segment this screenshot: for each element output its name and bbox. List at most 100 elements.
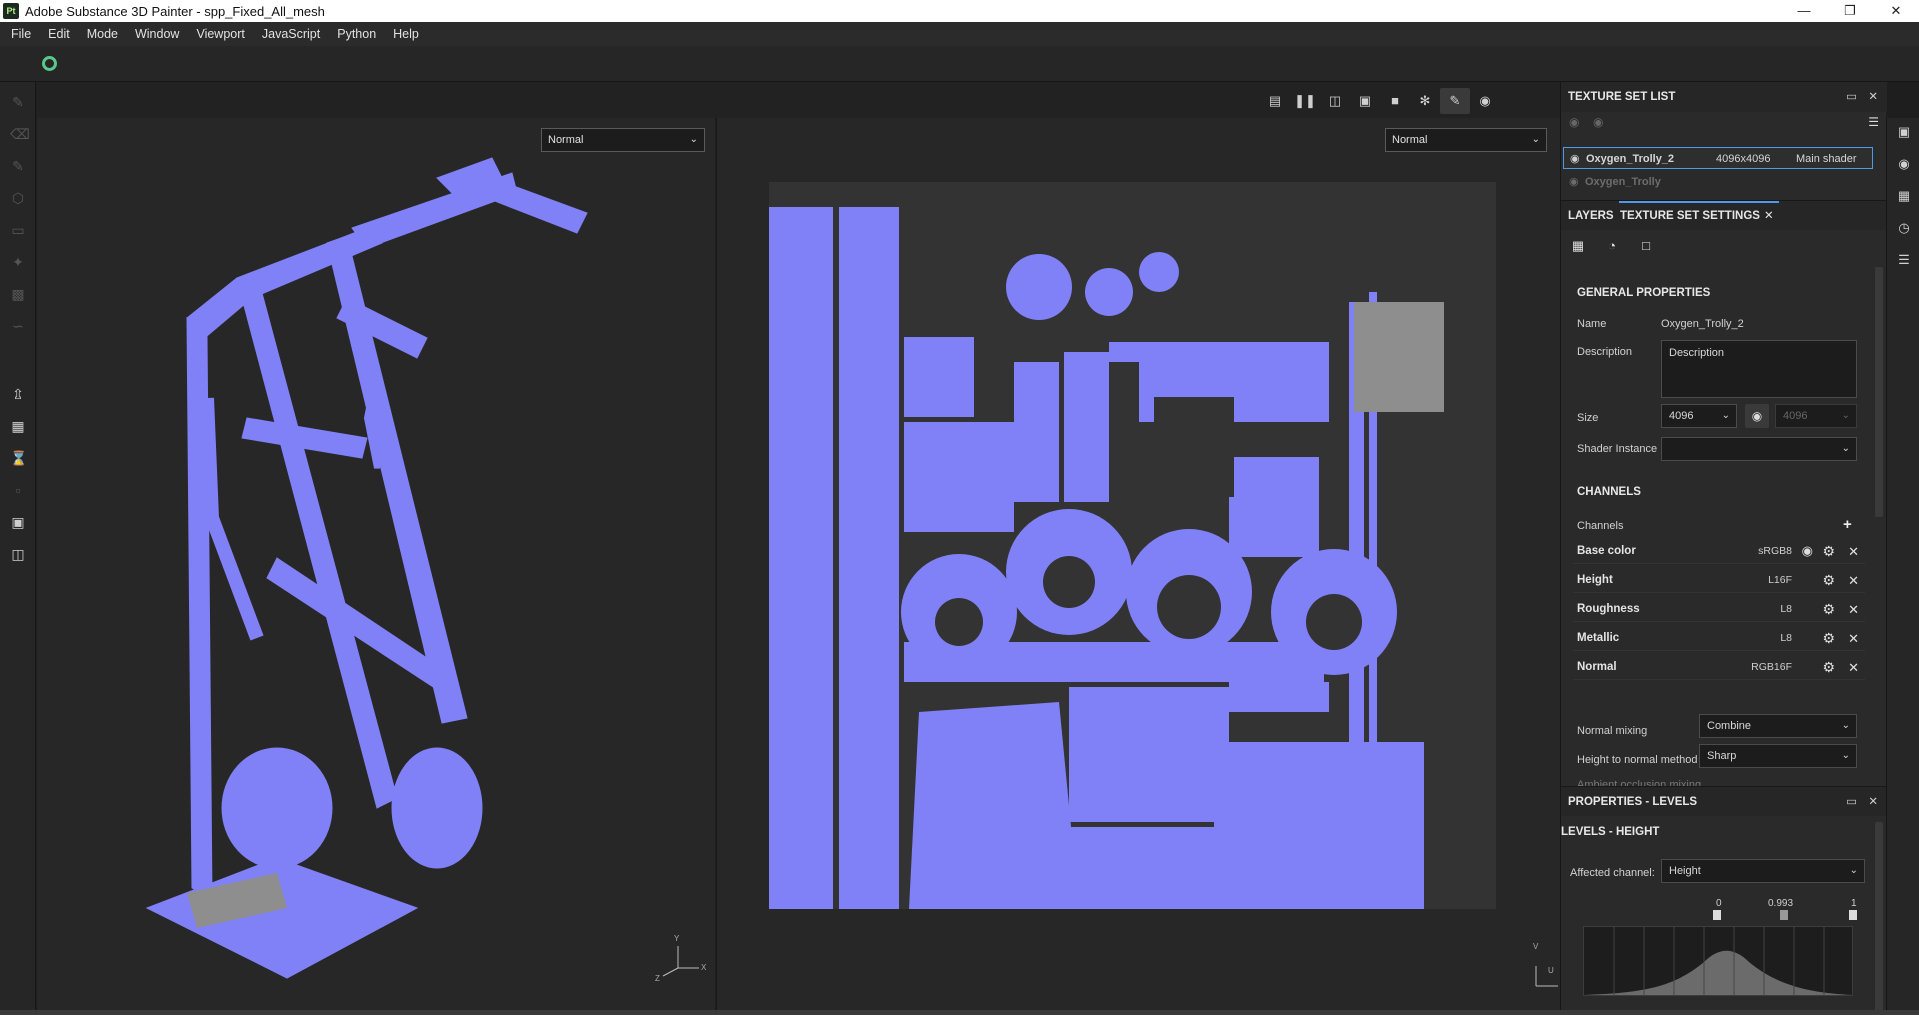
lock-icon[interactable]: ◉	[1745, 404, 1769, 428]
channel-settings-icon[interactable]: ⚙	[1822, 659, 1835, 676]
float-icon[interactable]: ▭	[1846, 82, 1857, 112]
menu-window[interactable]: Window	[135, 27, 179, 41]
channel-settings-icon[interactable]: ⚙	[1822, 601, 1835, 618]
settings-toolbar: ▦ ◔ □	[1561, 230, 1887, 264]
color-picker-icon[interactable]: ∽	[10, 318, 26, 334]
color-icon[interactable]: ◉	[1802, 543, 1813, 559]
name-label: Name	[1577, 318, 1607, 330]
pause-icon[interactable]: ❚❚	[1290, 88, 1320, 114]
menu-help[interactable]: Help	[393, 27, 419, 41]
settings-scrollbar[interactable]	[1875, 267, 1883, 517]
camera-icon[interactable]: ▣	[10, 514, 26, 530]
level-max-handle[interactable]	[1849, 910, 1857, 920]
camera-view-icon[interactable]: ■	[1380, 88, 1410, 114]
texture-set-icon[interactable]: ▦	[1569, 238, 1587, 256]
menu-python[interactable]: Python	[337, 27, 376, 41]
texture-set-item[interactable]: ◉ Oxygen_Trolly_2 4096x4096 Main shader	[1563, 147, 1873, 169]
sync-ring-icon[interactable]	[42, 56, 57, 71]
maximize-icon[interactable]: ❐	[1827, 0, 1873, 22]
tab-layers[interactable]: LAYERS	[1568, 201, 1614, 231]
explode-icon[interactable]: ✻	[1410, 88, 1440, 114]
view-mode-icon[interactable]: ▣	[1350, 88, 1380, 114]
texture-set-item[interactable]: ◉ Oxygen_Trolly	[1563, 171, 1873, 193]
properties-scrollbar[interactable]	[1875, 822, 1883, 1012]
remove-channel-icon[interactable]: ✕	[1848, 660, 1859, 676]
normal-mixing-label: Normal mixing	[1577, 725, 1648, 737]
menu-edit[interactable]: Edit	[48, 27, 70, 41]
level-min-handle[interactable]	[1713, 910, 1721, 920]
visibility-icon[interactable]: ◉	[1569, 171, 1579, 193]
uv-transform-icon[interactable]: □	[1637, 238, 1655, 256]
hide-all-icon[interactable]: ◉	[1569, 115, 1579, 129]
float-icon[interactable]: ▭	[1846, 787, 1857, 817]
paint-mode-icon[interactable]: ✎	[1440, 88, 1470, 114]
bake-icon[interactable]: ⇫	[10, 386, 26, 402]
display-settings-icon[interactable]: ▣	[1896, 124, 1912, 140]
channel-settings-icon[interactable]: ⚙	[1822, 543, 1835, 560]
channel-settings-icon[interactable]: ⚙	[1822, 630, 1835, 647]
measure-icon[interactable]: ⌛	[10, 450, 27, 466]
channel-settings-icon[interactable]: ⚙	[1822, 572, 1835, 589]
history-icon[interactable]: ◷	[1896, 220, 1912, 236]
menu-file[interactable]: File	[11, 27, 31, 41]
channel-row[interactable]: Metallic L8 ⚙ ✕	[1573, 627, 1865, 651]
tab-texture-set-settings[interactable]: TEXTURE SET SETTINGS	[1620, 201, 1760, 231]
viewport-3d[interactable]: Normal ⌄ Y X Z	[37, 118, 715, 1010]
level-mid-handle[interactable]	[1780, 910, 1788, 920]
eraser-icon[interactable]: ⌫	[10, 126, 30, 142]
clone-stamp-icon[interactable]: ▩	[10, 286, 26, 302]
viewport-2d-mode-select[interactable]: Normal ⌄	[1385, 128, 1547, 152]
log-icon[interactable]: ☰	[1896, 252, 1912, 268]
screenshot-icon[interactable]: ◉	[1470, 88, 1500, 114]
menu-bar: File Edit Mode Window Viewport JavaScrip…	[0, 22, 1919, 46]
remove-channel-icon[interactable]: ✕	[1848, 544, 1859, 560]
geometry-mask-icon[interactable]: ⬡	[10, 190, 26, 206]
description-field[interactable]: Description	[1661, 340, 1857, 398]
texture-set-settings-icon[interactable]: ▦	[1896, 188, 1912, 204]
height-to-normal-label: Height to normal method	[1577, 754, 1698, 766]
menu-viewport[interactable]: Viewport	[196, 27, 244, 41]
visibility-icon[interactable]: ◉	[1570, 148, 1580, 170]
remove-channel-icon[interactable]: ✕	[1848, 573, 1859, 589]
menu-javascript[interactable]: JavaScript	[262, 27, 320, 41]
normal-mixing-select[interactable]: Combine ⌄	[1699, 714, 1857, 738]
projection-icon[interactable]: ✎	[10, 158, 26, 174]
name-value[interactable]: Oxygen_Trolly_2	[1661, 318, 1744, 330]
uv-islands	[769, 207, 1444, 909]
height-to-normal-select[interactable]: Sharp ⌄	[1699, 744, 1857, 768]
trolley-3d-model	[145, 157, 699, 979]
hide-icon[interactable]: ▤	[1260, 88, 1290, 114]
affected-channel-select[interactable]: Height ⌄	[1661, 859, 1865, 883]
remove-channel-icon[interactable]: ✕	[1848, 602, 1859, 618]
material-picker-icon[interactable]: ▦	[10, 418, 26, 434]
status-bar	[0, 1010, 1919, 1015]
menu-icon[interactable]: ☰	[1868, 115, 1879, 129]
menu-mode[interactable]: Mode	[87, 27, 118, 41]
close-tab-icon[interactable]: ✕	[1764, 201, 1774, 231]
channel-row[interactable]: Height L16F ⚙ ✕	[1573, 569, 1865, 593]
properties-header: PROPERTIES - LEVELS ▭ ✕	[1561, 786, 1887, 816]
library-icon[interactable]: ◫	[10, 546, 26, 562]
viewport-2d[interactable]: Normal ⌄ V U	[716, 118, 1560, 1010]
texture-set-list-header: TEXTURE SET LIST ▭ ✕	[1561, 82, 1887, 112]
viewport-toolbar: ▤ ❚❚ ◫ ▣ ■ ✻ ✎ ◉	[1260, 88, 1500, 114]
channel-row[interactable]: Normal RGB16F ⚙ ✕	[1573, 656, 1865, 680]
remove-channel-icon[interactable]: ✕	[1848, 631, 1859, 647]
channel-row[interactable]: Roughness L8 ⚙ ✕	[1573, 598, 1865, 622]
paint-brush-icon[interactable]: ✎	[10, 94, 26, 110]
show-all-icon[interactable]: ◉	[1593, 115, 1603, 129]
shader-icon[interactable]: ◔	[1603, 238, 1621, 256]
uv-icon[interactable]: ▫	[10, 482, 26, 498]
symmetry-icon[interactable]: ◫	[1320, 88, 1350, 114]
smudge-icon[interactable]: ✦	[10, 254, 26, 270]
close-panel-icon[interactable]: ✕	[1868, 82, 1878, 112]
size-select[interactable]: 4096 ⌄	[1661, 404, 1737, 428]
shader-settings-icon[interactable]: ◉	[1896, 156, 1912, 172]
shader-instance-select[interactable]: ⌄	[1661, 437, 1857, 461]
minimize-icon[interactable]: —	[1781, 0, 1827, 22]
close-panel-icon[interactable]: ✕	[1868, 787, 1878, 817]
close-icon[interactable]: ✕	[1873, 0, 1919, 22]
polygon-fill-icon[interactable]: ▭	[10, 222, 26, 238]
channel-row[interactable]: Base color sRGB8 ◉ ⚙ ✕	[1573, 540, 1865, 564]
add-channel-icon[interactable]: +	[1843, 516, 1852, 533]
